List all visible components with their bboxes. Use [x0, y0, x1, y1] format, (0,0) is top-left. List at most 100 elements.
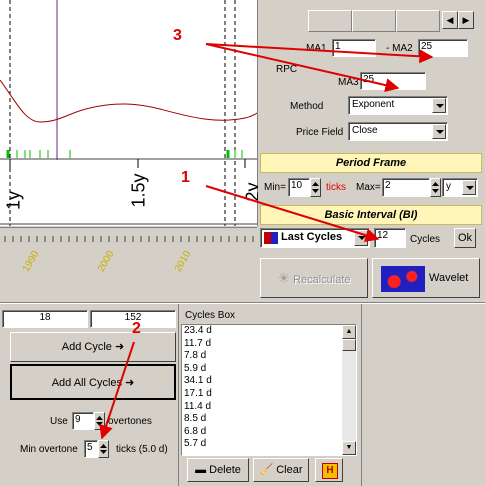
ticks-label: ticks — [326, 182, 346, 193]
list-item[interactable]: 23.4 d — [182, 325, 340, 338]
use-overtones-field[interactable]: 9 — [72, 412, 94, 430]
min-label: Min= — [264, 182, 286, 193]
axis-label-1y: 1y — [3, 191, 24, 211]
overtones-label: overtones — [108, 416, 152, 427]
help-icon: H — [322, 463, 338, 479]
price-field-select[interactable]: Close — [348, 122, 448, 141]
use-label: Use — [50, 416, 68, 427]
recalculate-button[interactable]: ☀ Recalculate — [260, 258, 368, 298]
ma2-field[interactable]: 25 — [418, 39, 468, 57]
add-cycle-button[interactable]: Add Cycle ➜ — [10, 332, 176, 362]
list-item[interactable]: 8.5 d — [182, 413, 340, 426]
ticks-info-label: ticks (5.0 d) — [116, 444, 168, 455]
list-item[interactable]: 34.1 d — [182, 375, 340, 388]
range-start-field[interactable]: 18 — [2, 310, 88, 328]
list-item[interactable]: 17.1 d — [182, 388, 340, 401]
use-overtones-spinner[interactable] — [94, 412, 105, 430]
basic-interval-header: Basic Interval (BI) — [260, 205, 482, 225]
year-label-2010: 2010 — [172, 249, 194, 274]
method-select[interactable]: Exponent — [348, 96, 448, 115]
scroll-thumb[interactable] — [342, 339, 356, 351]
spectrum-curve — [0, 79, 257, 123]
price-field-label: Price Field — [296, 127, 344, 138]
unit-select[interactable]: y — [442, 178, 478, 197]
list-item[interactable]: 11.4 d — [182, 401, 340, 414]
chevron-down-icon[interactable] — [432, 124, 446, 139]
cycles-box-title: Cycles Box — [185, 310, 236, 321]
clear-button[interactable]: 🧹 Clear — [253, 458, 309, 482]
add-cycle-label: Add Cycle — [61, 341, 112, 353]
help-button[interactable]: H — [315, 458, 343, 482]
annotation-label-1: 1 — [181, 169, 190, 186]
interval-mode-select[interactable]: Last Cycles — [260, 228, 370, 248]
arrow-right-icon: ➜ — [114, 341, 125, 353]
scroll-up-button[interactable]: ▲ — [342, 325, 356, 339]
ma1-field[interactable]: 1 — [332, 39, 376, 57]
max-label: Max= — [356, 182, 381, 193]
min-spinner[interactable] — [310, 178, 321, 197]
list-item[interactable]: 7.8 d — [182, 350, 340, 363]
max-field[interactable]: 2 — [382, 178, 430, 197]
green-tick-marks — [6, 150, 243, 158]
list-item[interactable]: 5.9 d — [182, 363, 340, 376]
tab-scroll-right-button[interactable]: ▶ — [458, 11, 474, 29]
cycles-control-panel: 18 152 Add Cycle ➜ Add All Cycles ➜ Use … — [0, 304, 178, 486]
list-item[interactable]: 11.7 d — [182, 338, 340, 351]
method-value: Exponent — [352, 99, 395, 110]
tab-1[interactable] — [308, 10, 352, 32]
unit-value: y — [446, 181, 451, 192]
broom-icon: 🧹 — [259, 464, 274, 476]
cycles-count-field[interactable]: 12 — [374, 228, 406, 248]
min-overtone-label: Min overtone — [20, 444, 78, 455]
cycles-box: Cycles Box 23.4 d 11.7 d 7.8 d 5.9 d 34.1 d1… — [178, 304, 361, 486]
wavelet-button[interactable]: Wavelet — [372, 258, 480, 298]
ma3-label: MA3 — [338, 77, 359, 88]
right-panel: ◀ ▶ MA1 1 - MA2 25 RPC MA3 25 Method Exp… — [258, 0, 485, 302]
sun-icon: ☀ — [277, 270, 290, 286]
chevron-down-icon[interactable] — [462, 180, 476, 195]
year-label-2000: 2000 — [95, 249, 117, 274]
list-item[interactable]: 6.8 d — [182, 426, 340, 439]
cycles-label: Cycles — [410, 234, 441, 245]
tab-scroll-left-button[interactable]: ◀ — [442, 11, 458, 29]
interval-mode-value: Last Cycles — [281, 231, 343, 243]
axis-label-1-5y: 1.5y — [128, 173, 149, 208]
ma3-field[interactable]: 25 — [360, 72, 426, 90]
recalculate-label: Recalculate — [293, 274, 351, 286]
tab-3[interactable] — [396, 10, 440, 32]
add-all-cycles-button[interactable]: Add All Cycles ➜ — [10, 364, 176, 400]
add-all-cycles-label: Add All Cycles — [51, 377, 123, 389]
chevron-down-icon[interactable] — [354, 230, 368, 246]
delete-label: Delete — [209, 464, 241, 476]
wavelet-label: Wavelet — [429, 272, 469, 284]
min-overtone-field[interactable]: 5 — [84, 440, 98, 458]
ma1-label: MA1 — [306, 43, 327, 54]
arrow-right-icon: ➜ — [125, 377, 135, 389]
time-ruler: 1990 2000 2010 — [0, 227, 257, 290]
annotation-label-2: 2 — [132, 320, 141, 337]
wavelet-icon — [381, 266, 425, 292]
min-field[interactable]: 10 — [288, 178, 310, 197]
annotation-label-3: 3 — [173, 27, 182, 44]
interval-mode-icon — [264, 232, 278, 244]
clear-label: Clear — [276, 464, 303, 476]
ma2-label: - MA2 — [386, 43, 413, 54]
minus-icon: ▬ — [195, 464, 207, 476]
list-item[interactable]: 5.7 d — [182, 438, 340, 451]
chart-area[interactable]: 1y 1.5y 2y — [0, 0, 263, 226]
method-label: Method — [290, 101, 324, 112]
delete-button[interactable]: ▬ Delete — [187, 458, 249, 482]
ok-button[interactable]: Ok — [454, 228, 476, 248]
min-overtone-spinner[interactable] — [98, 440, 109, 458]
scroll-down-button[interactable]: ▼ — [342, 441, 356, 455]
tab-2[interactable] — [352, 10, 396, 32]
rpc-label: RPC — [276, 64, 298, 75]
empty-panel — [361, 304, 485, 486]
price-field-value: Close — [352, 125, 378, 136]
period-frame-header: Period Frame — [260, 153, 482, 173]
cycles-list[interactable]: 23.4 d 11.7 d 7.8 d 5.9 d 34.1 d 17.1 d 11.4 d… — [181, 324, 357, 456]
year-label-1990: 1990 — [20, 249, 42, 274]
max-spinner[interactable] — [430, 178, 441, 197]
chevron-down-icon[interactable] — [432, 98, 446, 113]
scrollbar[interactable]: ▲ ▼ — [342, 325, 356, 455]
